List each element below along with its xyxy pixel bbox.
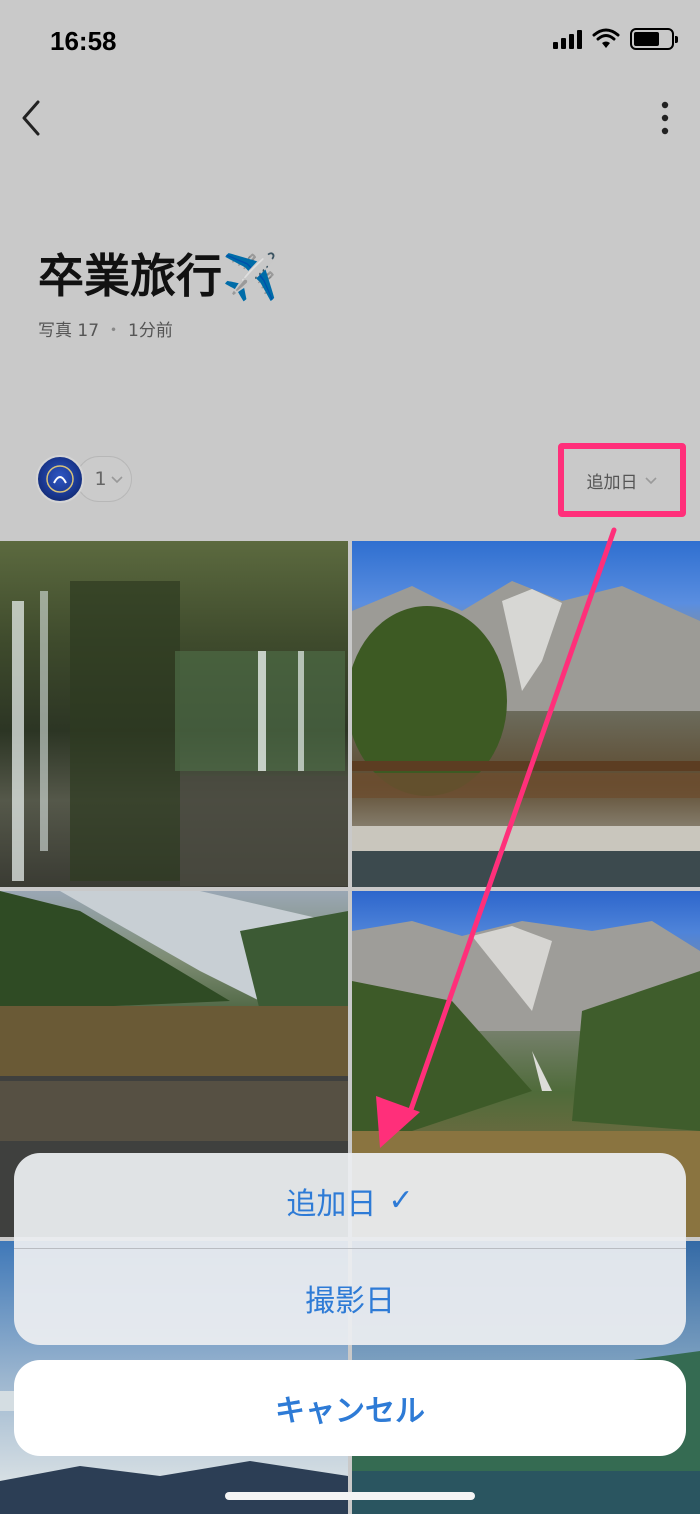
album-meta: 写真 17 ・ 1分前	[38, 316, 173, 341]
back-icon[interactable]	[12, 96, 52, 140]
sort-option-added-date[interactable]: 追加日 ✓	[14, 1153, 686, 1249]
battery-icon	[630, 28, 678, 50]
signal-icon	[553, 29, 582, 49]
status-icons	[553, 28, 678, 50]
chevron-down-icon	[110, 476, 123, 484]
updated-time: 1分前	[128, 321, 173, 341]
cancel-button[interactable]: キャンセル	[14, 1360, 686, 1456]
member-count: 1	[94, 468, 107, 490]
sort-action-sheet: 追加日 ✓ 撮影日	[14, 1153, 686, 1345]
photo-thumbnail[interactable]	[0, 541, 348, 887]
status-time: 16:58	[50, 26, 117, 56]
meta-separator: ・	[105, 321, 123, 341]
avatar[interactable]	[36, 455, 84, 503]
more-options-icon[interactable]	[650, 96, 680, 140]
sort-option-taken-date[interactable]: 撮影日	[14, 1250, 686, 1345]
member-count-button[interactable]: 1	[76, 456, 132, 502]
sort-option-label: 追加日	[286, 1186, 377, 1222]
sort-option-label: 撮影日	[305, 1284, 395, 1319]
album-title: 卒業旅行✈️	[38, 249, 280, 303]
sort-highlight-box	[558, 443, 686, 517]
home-indicator	[225, 1492, 475, 1500]
photo-count: 写真 17	[38, 321, 100, 341]
photo-thumbnail[interactable]	[352, 541, 700, 887]
checkmark-icon: ✓	[388, 1183, 414, 1218]
status-bar: 16:58	[0, 0, 700, 84]
wifi-icon	[592, 28, 620, 48]
